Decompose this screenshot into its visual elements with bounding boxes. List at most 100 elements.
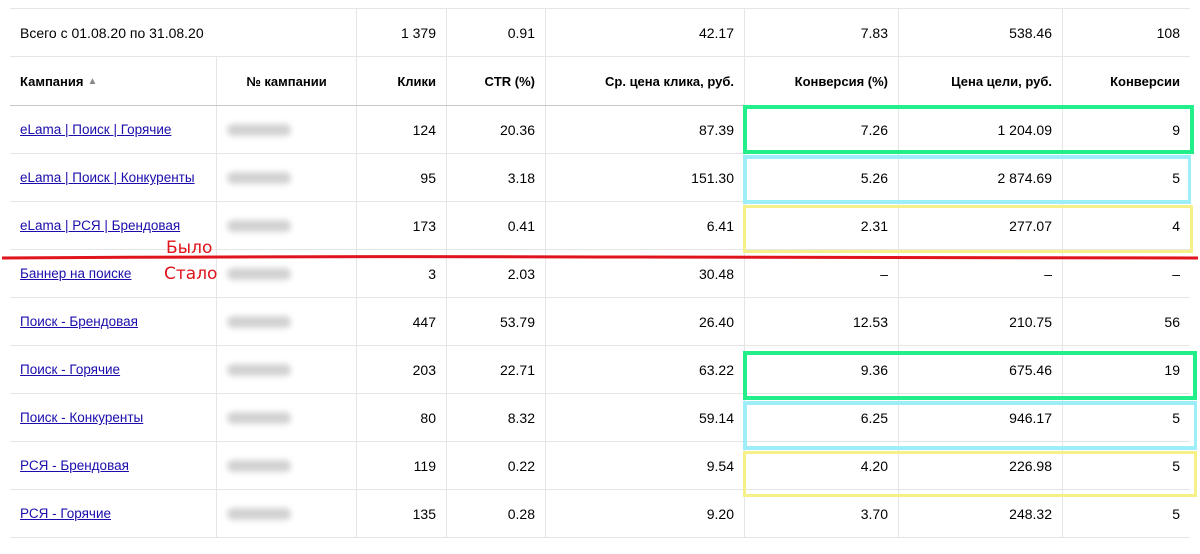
cell-conversions: 5 bbox=[1062, 490, 1190, 537]
cell-conversion-rate: 4.20 bbox=[744, 442, 898, 489]
campaign-link[interactable]: Поиск - Горячие bbox=[20, 362, 120, 377]
totals-row: Всего с 01.08.20 по 31.08.20 1 379 0.91 … bbox=[10, 8, 1190, 57]
cell-clicks: 3 bbox=[356, 250, 446, 297]
cell-clicks: 80 bbox=[356, 394, 446, 441]
cell-campaign: Поиск - Горячие bbox=[10, 346, 216, 393]
campaign-link[interactable]: eLama | Поиск | Горячие bbox=[20, 122, 171, 137]
table-header: Кампания ▲ № кампании Клики CTR (%) Ср. … bbox=[10, 57, 1190, 106]
totals-label: Всего с 01.08.20 по 31.08.20 bbox=[20, 24, 204, 41]
table-row: eLama | Поиск | Горячие 124 20.36 87.39 7.26… bbox=[10, 106, 1190, 154]
header-campaign-label: Кампания bbox=[20, 73, 84, 89]
table-row: Поиск - Горячие 203 22.71 63.22 9.36 675.46 19 bbox=[10, 346, 1190, 394]
cell-campaign-id bbox=[216, 106, 356, 153]
cell-campaign: Поиск - Конкуренты bbox=[10, 394, 216, 441]
cell-conversion-rate: 3.70 bbox=[744, 490, 898, 537]
cell-ctr: 3.18 bbox=[446, 154, 545, 201]
cell-ctr: 20.36 bbox=[446, 106, 545, 153]
cell-clicks: 124 bbox=[356, 106, 446, 153]
cell-conversion-rate: 6.25 bbox=[744, 394, 898, 441]
header-campaign-id[interactable]: № кампании bbox=[216, 57, 356, 105]
cell-ctr: 0.28 bbox=[446, 490, 545, 537]
cell-conversions: 9 bbox=[1062, 106, 1190, 153]
cell-cost-per-goal: 1 204.09 bbox=[898, 106, 1062, 153]
cell-cost-per-goal: 2 874.69 bbox=[898, 154, 1062, 201]
cell-cost-per-goal: 226.98 bbox=[898, 442, 1062, 489]
totals-conversion-rate: 7.83 bbox=[744, 9, 898, 56]
totals-conversions: 108 bbox=[1062, 9, 1190, 56]
cell-campaign-id bbox=[216, 154, 356, 201]
table-row: Поиск - Брендовая 447 53.79 26.40 12.53 210.7… bbox=[10, 298, 1190, 346]
table-row: Поиск - Конкуренты 80 8.32 59.14 6.25 946.17 5 bbox=[10, 394, 1190, 442]
totals-cost-per-goal: 538.46 bbox=[898, 9, 1062, 56]
cell-avg-cpc: 6.41 bbox=[545, 202, 744, 249]
campaign-link[interactable]: eLama | Поиск | Конкуренты bbox=[20, 170, 195, 185]
campaign-link[interactable]: eLama | РСЯ | Брендовая bbox=[20, 218, 180, 233]
campaign-id-redacted bbox=[227, 267, 291, 280]
cell-clicks: 119 bbox=[356, 442, 446, 489]
campaign-link[interactable]: Баннер на поиске bbox=[20, 266, 131, 281]
cell-conversions: 5 bbox=[1062, 442, 1190, 489]
annotation-after: Стало bbox=[164, 264, 218, 284]
cell-conversion-rate: 2.31 bbox=[744, 202, 898, 249]
highlight-cyan-edge-after bbox=[1194, 401, 1197, 450]
cell-clicks: 135 bbox=[356, 490, 446, 537]
cell-cost-per-goal: 277.07 bbox=[898, 202, 1062, 249]
cell-cost-per-goal: 248.32 bbox=[898, 490, 1062, 537]
cell-ctr: 2.03 bbox=[446, 250, 545, 297]
table-row: РСЯ - Горячие 135 0.28 9.20 3.70 248.32 5 bbox=[10, 490, 1190, 538]
cell-campaign-id bbox=[216, 250, 356, 297]
cell-avg-cpc: 26.40 bbox=[545, 298, 744, 345]
campaign-id-redacted bbox=[227, 171, 291, 184]
cell-avg-cpc: 87.39 bbox=[545, 106, 744, 153]
campaign-link[interactable]: РСЯ - Горячие bbox=[20, 506, 111, 521]
cell-conversions: 5 bbox=[1062, 154, 1190, 201]
campaign-link[interactable]: РСЯ - Брендовая bbox=[20, 458, 129, 473]
table-row: eLama | Поиск | Конкуренты 95 3.18 151.30 5.… bbox=[10, 154, 1190, 202]
cell-ctr: 53.79 bbox=[446, 298, 545, 345]
cell-avg-cpc: 30.48 bbox=[545, 250, 744, 297]
cell-conversion-rate: – bbox=[744, 250, 898, 297]
cell-campaign-id bbox=[216, 490, 356, 537]
campaign-id-redacted bbox=[227, 411, 291, 424]
campaign-id-redacted bbox=[227, 507, 291, 520]
campaign-id-redacted bbox=[227, 123, 291, 136]
cell-conversion-rate: 5.26 bbox=[744, 154, 898, 201]
header-ctr[interactable]: CTR (%) bbox=[446, 57, 545, 105]
cell-clicks: 447 bbox=[356, 298, 446, 345]
annotation-before: Было bbox=[166, 238, 213, 258]
cell-conversion-rate: 9.36 bbox=[744, 346, 898, 393]
campaign-id-redacted bbox=[227, 363, 291, 376]
cell-avg-cpc: 59.14 bbox=[545, 394, 744, 441]
cell-campaign-id bbox=[216, 298, 356, 345]
campaign-link[interactable]: Поиск - Брендовая bbox=[20, 314, 138, 329]
totals-ctr: 0.91 bbox=[446, 9, 545, 56]
table-body: eLama | Поиск | Горячие 124 20.36 87.39 7.26… bbox=[10, 106, 1190, 538]
table-row: РСЯ - Брендовая 119 0.22 9.54 4.20 226.98 5 bbox=[10, 442, 1190, 490]
cell-campaign: РСЯ - Горячие bbox=[10, 490, 216, 537]
campaign-id-redacted bbox=[227, 315, 291, 328]
campaign-id-redacted bbox=[227, 459, 291, 472]
header-conversions[interactable]: Конверсии bbox=[1062, 57, 1190, 105]
sort-ascending-icon: ▲ bbox=[87, 75, 98, 87]
highlight-cyan-edge-before bbox=[1188, 155, 1191, 204]
cell-campaign: eLama | Поиск | Конкуренты bbox=[10, 154, 216, 201]
cell-conversions: – bbox=[1062, 250, 1190, 297]
totals-avg-cpc: 42.17 bbox=[545, 9, 744, 56]
header-conversion-rate[interactable]: Конверсия (%) bbox=[744, 57, 898, 105]
header-cost-per-goal[interactable]: Цена цели, руб. bbox=[898, 57, 1062, 105]
cell-clicks: 95 bbox=[356, 154, 446, 201]
totals-clicks: 1 379 bbox=[356, 9, 446, 56]
cell-avg-cpc: 9.20 bbox=[545, 490, 744, 537]
header-clicks[interactable]: Клики bbox=[356, 57, 446, 105]
cell-campaign-id bbox=[216, 346, 356, 393]
cell-avg-cpc: 9.54 bbox=[545, 442, 744, 489]
header-campaign[interactable]: Кампания ▲ bbox=[10, 57, 216, 105]
cell-ctr: 22.71 bbox=[446, 346, 545, 393]
header-avg-cpc[interactable]: Ср. цена клика, руб. bbox=[545, 57, 744, 105]
cell-cost-per-goal: – bbox=[898, 250, 1062, 297]
cell-ctr: 8.32 bbox=[446, 394, 545, 441]
cell-clicks: 203 bbox=[356, 346, 446, 393]
cell-conversions: 4 bbox=[1062, 202, 1190, 249]
campaign-link[interactable]: Поиск - Конкуренты bbox=[20, 410, 143, 425]
cell-avg-cpc: 151.30 bbox=[545, 154, 744, 201]
